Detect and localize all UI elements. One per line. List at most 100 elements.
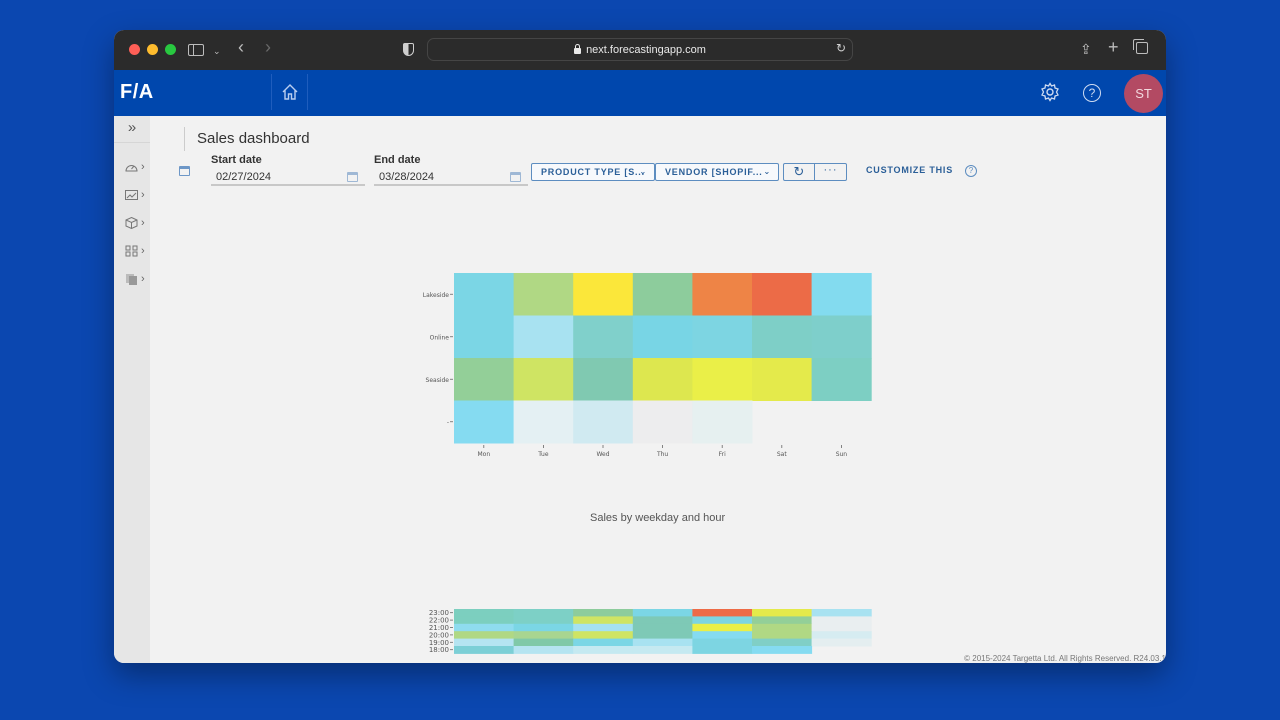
home-button[interactable] [271, 74, 308, 110]
heatmap-cell [692, 358, 753, 401]
address-bar[interactable]: next.forecastingapp.com ↻ [427, 38, 853, 61]
heatmap-cell [573, 631, 634, 640]
heatmap-cell [811, 616, 872, 625]
x-tick-label: Sat [777, 451, 787, 458]
chevron-right-icon: › [141, 273, 145, 285]
heatmap-cell [632, 616, 693, 625]
settings-gear-icon[interactable] [1040, 82, 1060, 102]
heatmap-cell [752, 638, 813, 647]
x-tick-label: Tue [537, 451, 549, 458]
heatmap-cell [752, 358, 813, 401]
x-tick-label: Thu [656, 451, 668, 458]
chevron-down-icon[interactable]: ⌄ [213, 41, 221, 61]
box-icon [125, 217, 138, 229]
heatmap-cell [692, 400, 753, 444]
sidebar-item-products[interactable]: › [114, 209, 150, 237]
app-logo[interactable]: F/A [120, 81, 154, 104]
minimize-window-button[interactable] [147, 44, 158, 55]
help-icon[interactable]: ? [1083, 84, 1101, 102]
heatmap-cell [513, 638, 574, 647]
heatmap-cell [573, 315, 634, 359]
heatmap-cell [454, 646, 515, 654]
reload-icon[interactable]: ↻ [836, 41, 846, 55]
heatmap-cell [573, 400, 634, 444]
sidebar-item-reports[interactable]: › [114, 181, 150, 209]
heatmap-charts: Lakeside Online Seaside - Mon Tue Wed Thu Fri Sat… [423, 273, 872, 654]
maximize-window-button[interactable] [165, 44, 176, 55]
y-tick-label: Online [430, 334, 450, 341]
x-tick-label: Sun [836, 451, 848, 458]
home-icon [282, 84, 297, 100]
heatmap-cell [811, 638, 872, 647]
heatmap-cell [573, 646, 634, 654]
heatmap-cell [454, 616, 515, 625]
chart-title: Sales by weekday and hour [590, 512, 726, 524]
heatmap-cell [454, 638, 515, 647]
privacy-shield-icon[interactable] [403, 43, 414, 56]
heatmap-cell [811, 315, 872, 359]
heatmap-cell [454, 609, 515, 617]
heatmap-cell [811, 358, 872, 401]
heatmap-cell [573, 609, 634, 617]
gauge-icon [125, 165, 138, 172]
heatmap-cell [632, 400, 693, 444]
close-window-button[interactable] [129, 44, 140, 55]
heatmap-cell [632, 638, 693, 647]
chevron-right-icon: › [141, 245, 145, 257]
heatmap-cell [692, 646, 753, 654]
heatmap-cell [513, 400, 574, 444]
heatmap-cell [632, 609, 693, 617]
grid-icon [125, 245, 138, 257]
chevron-right-icon: › [141, 217, 145, 229]
heatmap-cell [632, 646, 693, 654]
heatmap-cell [513, 273, 574, 316]
share-icon[interactable]: ⇪ [1080, 39, 1092, 59]
heatmap-cell [513, 646, 574, 654]
sidebar-item-documents[interactable]: › [114, 265, 150, 293]
url-text: next.forecastingapp.com [586, 43, 706, 56]
sidebar-item-dashboard[interactable]: › [114, 153, 150, 181]
heatmap-cell [513, 315, 574, 359]
y-tick-label: - [447, 419, 449, 426]
heatmap-cell [692, 631, 753, 640]
heatmap-cell [692, 273, 753, 316]
heatmap-cell [632, 273, 693, 316]
forward-icon[interactable]: › [265, 37, 271, 57]
heatmap-cell [752, 646, 813, 654]
heatmap-cell [692, 638, 753, 647]
heatmap-cell [692, 609, 753, 617]
heatmap-cell [632, 315, 693, 359]
browser-toolbar: ⌄ ‹ › next.forecastingapp.com ↻ ⇪ + [114, 30, 1166, 70]
documents-icon [126, 274, 137, 285]
lock-icon [574, 43, 582, 54]
heatmap-cell [454, 273, 515, 316]
sidebar: » › › › › › [114, 116, 150, 663]
heatmap-cell [752, 609, 813, 617]
heatmap-cell [454, 358, 515, 401]
heatmap-cell [752, 631, 813, 640]
chevron-right-icon: › [141, 161, 145, 173]
heatmap-cell [513, 623, 574, 632]
tab-overview-icon[interactable] [1133, 39, 1148, 54]
back-icon[interactable]: ‹ [238, 37, 244, 57]
sidebar-toggle-icon[interactable] [188, 44, 204, 56]
new-tab-icon[interactable]: + [1108, 37, 1119, 57]
sidebar-item-apps[interactable]: › [114, 237, 150, 265]
heatmap-cell [513, 631, 574, 640]
heatmap-cell [692, 315, 753, 359]
chevron-right-icon: › [141, 189, 145, 201]
y-tick-label: Seaside [426, 377, 450, 384]
heatmap-cell [573, 273, 634, 316]
heatmap-cell [632, 631, 693, 640]
expand-sidebar-icon[interactable]: » [114, 116, 150, 143]
heatmap-cell [692, 616, 753, 625]
heatmap-cell [454, 631, 515, 640]
heatmap-cell [811, 631, 872, 640]
heatmap-cell [573, 616, 634, 625]
heatmap-cell [811, 609, 872, 617]
app-header: F/A ? ST [114, 70, 1166, 116]
heatmap-cell [573, 638, 634, 647]
user-avatar[interactable]: ST [1124, 74, 1163, 113]
heatmap-cell [692, 623, 753, 632]
heatmap-cell [513, 358, 574, 401]
